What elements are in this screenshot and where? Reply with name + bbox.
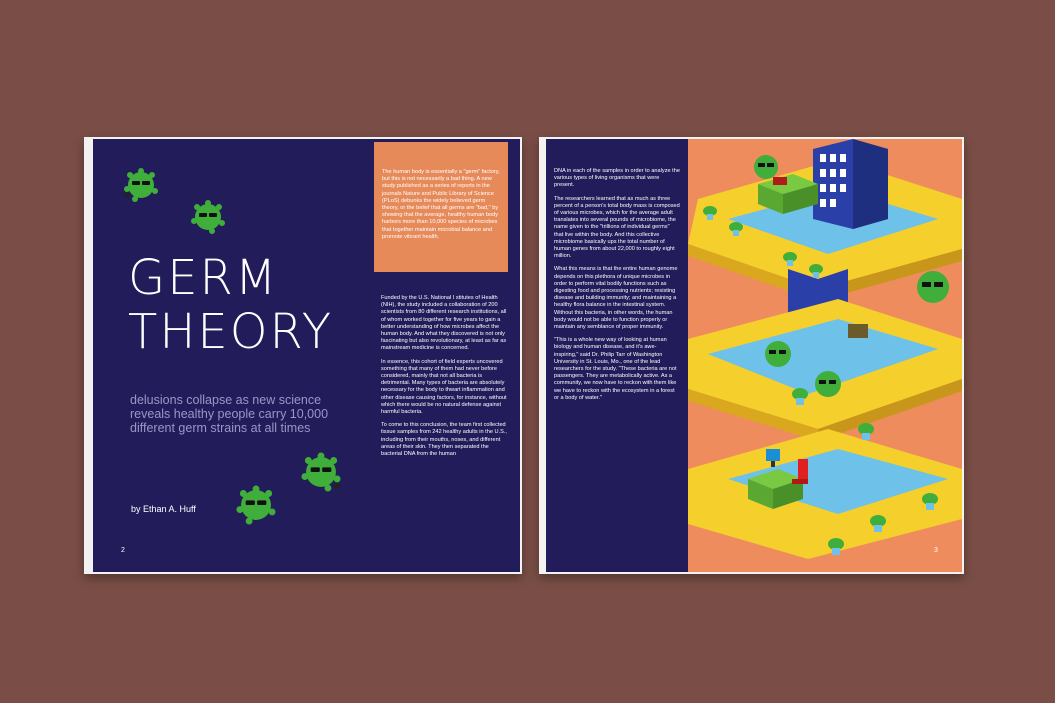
germ-icon (754, 155, 778, 179)
germ-icon (191, 200, 225, 234)
left-page: GERM THEORY delusions collapse as new sc… (84, 137, 522, 574)
germ-icon (124, 168, 158, 202)
germ-icon (301, 452, 341, 492)
building-icon (813, 139, 888, 229)
right-paragraph-4: "This is a whole new way of looking at h… (554, 337, 677, 401)
right-page-panel: DNA in each of the samples in order to a… (546, 139, 688, 572)
page-number-right: 3 (934, 547, 938, 554)
page-number-left: 2 (121, 547, 125, 554)
germ-icon (236, 485, 276, 525)
magazine-spread: GERM THEORY delusions collapse as new sc… (84, 137, 964, 576)
sign-icon (848, 324, 868, 338)
article-subtitle: delusions collapse as new science reveal… (130, 393, 329, 435)
title-line-2: THEORY (128, 304, 334, 360)
right-paragraph-2: The researchers learned that as much as … (554, 195, 680, 260)
callout-box: The human body is essentially a "germ" f… (374, 142, 508, 272)
article-title: GERM THEORY (128, 251, 333, 359)
left-paragraph-3: To come to this conclusion, the team fir… (381, 422, 507, 458)
illustration-svg (688, 139, 962, 572)
right-paragraph-3: What this means is that the entire human… (554, 266, 678, 331)
right-paragraph-1: DNA in each of the samples in order to a… (554, 168, 680, 189)
right-page: DNA in each of the samples in order to a… (539, 137, 964, 574)
left-page-panel: GERM THEORY delusions collapse as new sc… (93, 139, 520, 572)
germ-icon (917, 271, 949, 303)
title-line-1: GERM (128, 250, 279, 306)
left-text-column: Funded by the U.S. National I stitutes o… (381, 295, 507, 567)
callout-text: The human body is essentially a "germ" f… (382, 169, 500, 240)
isometric-illustration: 3 (688, 139, 962, 572)
byline: by Ethan A. Huff (131, 504, 196, 514)
germ-icon (765, 341, 791, 367)
germ-icon (815, 371, 841, 397)
left-paragraph-2: In essence, this cohort of field experts… (381, 358, 507, 416)
right-text-column: DNA in each of the samples in order to a… (554, 168, 680, 568)
left-paragraph-1: Funded by the U.S. National I stitutes o… (381, 295, 507, 352)
